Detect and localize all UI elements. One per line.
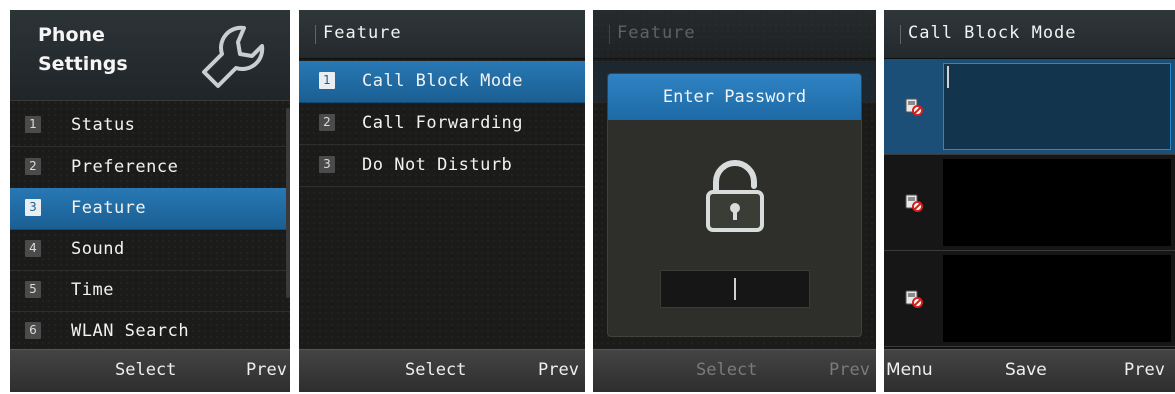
- block-number-input[interactable]: [943, 255, 1171, 342]
- title-bar: Feature: [299, 10, 585, 59]
- title-bar: Feature: [593, 10, 876, 59]
- prev-softkey[interactable]: Prev: [829, 360, 870, 380]
- item-number: 3: [319, 156, 335, 173]
- screen-title: Call Block Mode: [908, 23, 1077, 43]
- item-label: Status: [71, 115, 136, 135]
- select-softkey[interactable]: Select: [115, 360, 176, 380]
- screen-title: Feature: [617, 23, 696, 43]
- menu-item-feature[interactable]: 3 Feature: [10, 188, 290, 230]
- item-label: Call Block Mode: [362, 71, 524, 91]
- item-number: 2: [319, 114, 335, 131]
- call-block-icon: [905, 290, 923, 308]
- feature-screen: Feature 1 Call Block Mode 2 Call Forward…: [299, 10, 585, 392]
- screen-title: Feature: [323, 23, 402, 43]
- menu-item-wlan-search[interactable]: 6 WLAN Search: [10, 311, 290, 353]
- item-label: Call Forwarding: [362, 113, 524, 133]
- prev-softkey[interactable]: Prev: [246, 360, 287, 380]
- title-bar: Call Block Mode: [884, 10, 1175, 59]
- softkey-bar: Select Prev: [593, 349, 876, 392]
- item-label: Feature: [71, 198, 147, 218]
- wrench-icon: [202, 25, 265, 88]
- item-number: 5: [25, 281, 41, 298]
- header-title-line2: Settings: [38, 53, 128, 75]
- password-screen: Feature Enter Password Select Prev: [593, 10, 876, 392]
- select-softkey[interactable]: Select: [696, 360, 757, 380]
- item-number: 6: [25, 322, 41, 339]
- menu-item-status[interactable]: 1 Status: [10, 105, 290, 147]
- item-number: 4: [25, 240, 41, 257]
- title-divider: [900, 25, 901, 44]
- item-number: 1: [25, 116, 41, 133]
- item-number: 3: [25, 199, 41, 216]
- menu-softkey[interactable]: Menu: [886, 360, 933, 380]
- softkey-bar: Select Prev: [299, 349, 585, 392]
- phone-settings-screen: Phone Settings 1 Status 2 Preference 3 F…: [10, 10, 290, 392]
- block-entry-row[interactable]: [884, 251, 1175, 347]
- password-input[interactable]: [660, 270, 810, 308]
- item-label: WLAN Search: [71, 321, 190, 341]
- title-divider: [315, 25, 316, 44]
- item-number: 1: [319, 72, 335, 89]
- padlock-icon: [706, 160, 764, 232]
- menu-item-preference[interactable]: 2 Preference: [10, 147, 290, 189]
- call-block-icon: [905, 98, 923, 116]
- title-divider: [609, 25, 610, 44]
- block-number-input[interactable]: [943, 63, 1171, 150]
- block-entry-row[interactable]: [884, 59, 1175, 155]
- text-caret: [947, 66, 949, 88]
- prev-softkey[interactable]: Prev: [1124, 360, 1165, 380]
- menu-item-do-not-disturb[interactable]: 3 Do Not Disturb: [299, 145, 585, 187]
- settings-header: Phone Settings: [10, 10, 290, 101]
- item-label: Preference: [71, 157, 179, 177]
- call-block-icon: [905, 194, 923, 212]
- item-label: Sound: [71, 239, 125, 259]
- scrollbar[interactable]: [286, 108, 290, 298]
- menu-item-call-block-mode[interactable]: 1 Call Block Mode: [299, 61, 585, 103]
- softkey-bar: Menu Save Prev: [884, 349, 1175, 392]
- block-number-input[interactable]: [943, 159, 1171, 246]
- menu-item-sound[interactable]: 4 Sound: [10, 229, 290, 271]
- block-entry-row[interactable]: [884, 155, 1175, 251]
- enter-password-dialog: Enter Password: [607, 73, 862, 337]
- prev-softkey[interactable]: Prev: [538, 360, 579, 380]
- item-number: 2: [25, 158, 41, 175]
- softkey-bar: Select Prev: [10, 349, 290, 392]
- item-label: Do Not Disturb: [362, 155, 513, 175]
- save-softkey[interactable]: Save: [1005, 360, 1047, 380]
- call-block-mode-screen: Call Block Mode Menu Save Prev: [884, 10, 1175, 392]
- menu-item-call-forwarding[interactable]: 2 Call Forwarding: [299, 103, 585, 145]
- header-title-line1: Phone: [38, 24, 105, 46]
- item-label: Time: [71, 280, 114, 300]
- select-softkey[interactable]: Select: [405, 360, 466, 380]
- menu-item-time[interactable]: 5 Time: [10, 270, 290, 312]
- text-caret: [734, 278, 736, 300]
- dialog-title: Enter Password: [608, 74, 861, 120]
